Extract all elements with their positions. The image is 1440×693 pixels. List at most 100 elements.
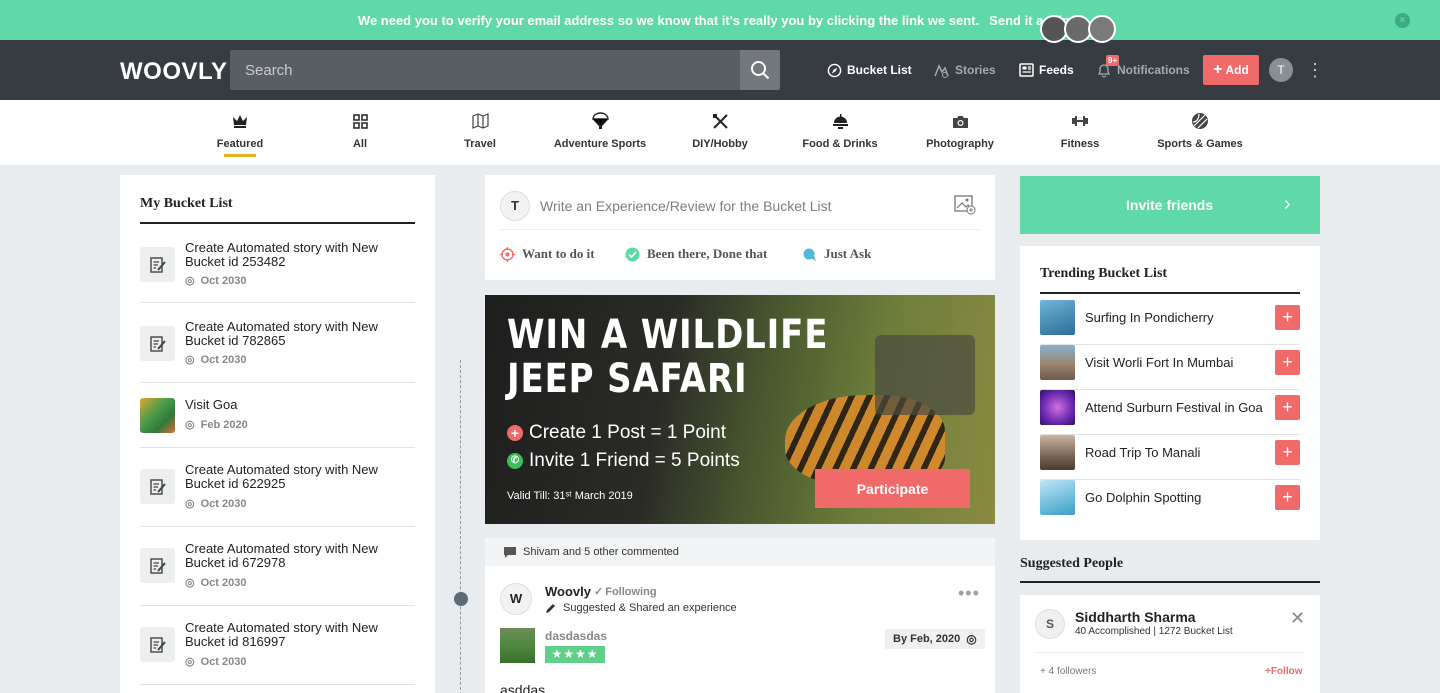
date-label: Oct 2030 (200, 274, 247, 287)
trending-item[interactable]: Go Dolphin Spotting + (1040, 480, 1300, 525)
category-fitness[interactable]: Fitness (1020, 112, 1140, 157)
category-travel[interactable]: Travel (420, 112, 540, 157)
post-author-name[interactable]: Woovly (545, 584, 591, 599)
bucket-item-title[interactable]: Create Automated story with New Bucket i… (185, 320, 400, 348)
nav-bucket-list[interactable]: Bucket List (827, 62, 912, 78)
trending-item[interactable]: Visit Worli Fort In Mumbai + (1040, 345, 1300, 390)
just-ask-option[interactable]: Just Ask (802, 246, 871, 262)
category-featured[interactable]: Featured (180, 112, 300, 157)
list-item[interactable]: Create Automated story with New Bucket i… (140, 224, 415, 303)
invite-friends-label[interactable]: Invite friends (1126, 197, 1213, 213)
trending-item[interactable]: Surfing In Pondicherry + (1040, 300, 1300, 345)
nav-feeds-label[interactable]: Feeds (1039, 63, 1074, 77)
add-to-bucket-button[interactable]: + (1275, 440, 1300, 465)
category-food-drinks[interactable]: Food & Drinks (780, 112, 900, 157)
bucket-item-title[interactable]: Create Automated story with New Bucket i… (185, 542, 400, 570)
list-item[interactable]: Visit Goa ◎ Feb 2020 (140, 383, 415, 448)
been-there-label[interactable]: Been there, Done that (647, 246, 767, 262)
target-icon: ◎ (185, 419, 195, 431)
edit-note-icon (140, 548, 175, 583)
date-label: Oct 2030 (200, 497, 247, 510)
category-diy-hobby[interactable]: DIY/Hobby (660, 112, 780, 157)
category-food-drinks-label[interactable]: Food & Drinks (802, 138, 877, 150)
woovly-logo[interactable]: WOOVLY (120, 58, 227, 86)
category-featured-label[interactable]: Featured (217, 138, 263, 150)
crown-icon (233, 115, 247, 128)
add-image-icon[interactable] (954, 195, 976, 220)
bucket-item-date: ◎ Feb 2020 (185, 418, 248, 432)
parachute-icon (591, 112, 609, 129)
category-sports-games[interactable]: Sports & Games (1140, 112, 1260, 157)
nav-stories[interactable]: Stories (933, 62, 996, 78)
compass-icon (827, 63, 842, 77)
promo-title-line1: WIN A WILDLIFE (507, 312, 829, 358)
timeline-line (460, 360, 461, 693)
nav-bucket-list-label[interactable]: Bucket List (847, 63, 912, 77)
search-input[interactable] (230, 50, 740, 90)
want-to-do-it-option[interactable]: Want to do it (500, 246, 595, 262)
list-item[interactable]: Create Automated story with New Bucket i… (140, 527, 415, 606)
want-to-do-it-label[interactable]: Want to do it (522, 246, 595, 262)
grid-icon (352, 113, 368, 129)
map-icon (471, 113, 489, 129)
following-status[interactable]: ✓ Following (594, 585, 657, 599)
bucket-item-title[interactable]: Create Automated story with New Bucket i… (185, 241, 400, 269)
category-all-label[interactable]: All (353, 138, 367, 150)
add-button[interactable]: + Add (1203, 55, 1259, 85)
active-category-underline (224, 154, 256, 157)
suggested-person-name[interactable]: Siddharth Sharma (1075, 609, 1196, 625)
post-more-options-icon[interactable]: ••• (958, 583, 980, 604)
add-button-label[interactable]: Add (1226, 63, 1249, 77)
category-adventure-sports-label[interactable]: Adventure Sports (554, 138, 646, 150)
user-avatar[interactable]: T (1269, 58, 1293, 82)
post-bucket-title[interactable]: dasdasdas (545, 629, 607, 643)
category-photography[interactable]: Photography (900, 112, 1020, 157)
bucket-item-title[interactable]: Create Automated story with New Bucket i… (185, 463, 400, 491)
composer-input[interactable]: Write an Experience/Review for the Bucke… (540, 198, 832, 214)
banner-close-button[interactable]: × (1395, 13, 1410, 28)
search-button[interactable] (740, 50, 780, 90)
add-to-bucket-button[interactable]: + (1275, 395, 1300, 420)
add-to-bucket-button[interactable]: + (1275, 305, 1300, 330)
trending-item[interactable]: Road Trip To Manali + (1040, 435, 1300, 480)
category-adventure-sports[interactable]: Adventure Sports (540, 112, 660, 157)
category-all[interactable]: All (300, 112, 420, 157)
list-item[interactable]: Create Automated story with New Bucket i… (140, 448, 415, 527)
list-item[interactable]: Create Automated story with New Bucket i… (140, 606, 415, 685)
trending-label[interactable]: Go Dolphin Spotting (1085, 490, 1201, 505)
trending-thumbnail (1040, 345, 1075, 380)
nav-stories-label[interactable]: Stories (955, 63, 996, 77)
follow-button[interactable]: +Follow (1265, 666, 1303, 677)
post-date-label: By Feb, 2020 (893, 633, 961, 645)
category-diy-hobby-label[interactable]: DIY/Hobby (692, 138, 748, 150)
participate-button[interactable]: Participate (815, 469, 970, 508)
category-photography-label[interactable]: Photography (926, 138, 994, 150)
chevron-right-icon[interactable]: › (1284, 193, 1291, 216)
category-fitness-label[interactable]: Fitness (1061, 138, 1100, 150)
been-there-option[interactable]: Been there, Done that (625, 246, 767, 262)
nav-feeds[interactable]: Feeds (1019, 62, 1074, 78)
bucket-item-title[interactable]: Visit Goa (185, 398, 400, 412)
trending-label[interactable]: Road Trip To Manali (1085, 445, 1200, 460)
nav-notifications-label[interactable]: Notifications (1117, 63, 1190, 77)
add-to-bucket-button[interactable]: + (1275, 350, 1300, 375)
category-travel-label[interactable]: Travel (464, 138, 496, 150)
close-icon[interactable]: ✕ (1290, 608, 1305, 629)
post-author-avatar[interactable]: W (500, 583, 532, 615)
suggested-person-stats: 40 Accomplished | 1272 Bucket List (1075, 626, 1233, 637)
suggested-person-avatar[interactable]: S (1035, 609, 1065, 639)
following-label[interactable]: Following (605, 586, 656, 598)
more-menu-icon[interactable]: ⋮ (1306, 60, 1324, 80)
trending-title: Trending Bucket List (1040, 266, 1168, 281)
trending-label[interactable]: Visit Worli Fort In Mumbai (1085, 355, 1233, 370)
just-ask-label[interactable]: Just Ask (824, 246, 871, 262)
add-to-bucket-button[interactable]: + (1275, 485, 1300, 510)
target-icon: ◎ (966, 632, 977, 646)
bucket-item-title[interactable]: Create Automated story with New Bucket i… (185, 621, 400, 649)
trending-label[interactable]: Surfing In Pondicherry (1085, 310, 1214, 325)
trending-label[interactable]: Attend Surburn Festival in Goa (1085, 400, 1263, 415)
list-item[interactable]: Create Automated story with New Bucket i… (140, 303, 415, 383)
category-sports-games-label[interactable]: Sports & Games (1157, 138, 1243, 150)
post-thumbnail[interactable] (500, 628, 535, 663)
trending-item[interactable]: Attend Surburn Festival in Goa + (1040, 390, 1300, 435)
